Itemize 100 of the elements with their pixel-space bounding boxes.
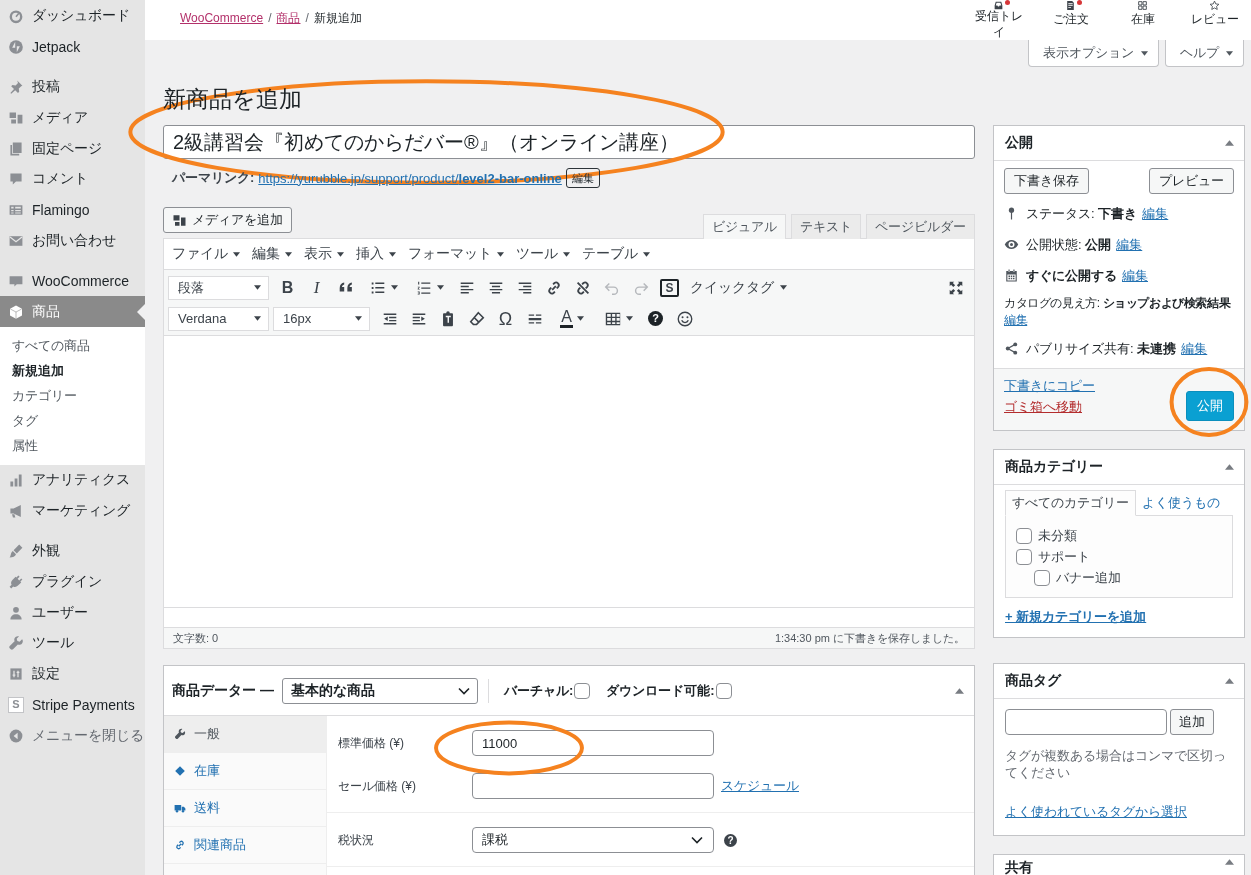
collapse-menu-button[interactable]: メニューを閉じる [0,720,145,752]
submenu-item[interactable]: タグ [0,408,145,434]
breadcrumb-link[interactable]: 商品 [276,9,301,27]
paragraph-format-select[interactable]: 段落 [168,275,269,300]
italic-button[interactable]: I [302,273,331,302]
help-button[interactable]: ? [724,833,737,847]
move-to-trash-link[interactable]: ゴミ箱へ移動 [1004,398,1095,415]
screen-tab-button[interactable]: 表示オプション [1028,40,1159,67]
collapse-arrow-icon[interactable] [1225,140,1234,146]
editor-tab[interactable]: テキスト [791,214,861,239]
add-media-button[interactable]: メディアを追加 [163,207,292,233]
sidebar-item[interactable]: Jetpack [0,31,145,63]
sidebar-item[interactable]: コメント [0,164,145,195]
submenu-item[interactable]: カテゴリー [0,383,145,409]
help-button[interactable]: ? [641,304,670,333]
editor-menu[interactable]: テーブル [576,241,656,267]
checkbox[interactable] [715,682,732,699]
sidebar-item[interactable]: マーケティング [0,495,145,527]
editor-menu[interactable]: 表示 [298,241,350,267]
sidebar-item[interactable]: メディア [0,102,145,134]
sidebar-item[interactable]: ユーザー [0,597,145,628]
sidebar-item[interactable]: S Stripe Payments [0,689,145,721]
product-data-tab[interactable]: 一般 [164,716,326,753]
editor-tab[interactable]: ビジュアル [703,214,786,239]
megaphone-icon [8,503,24,520]
font-size-select[interactable]: 16px [273,306,370,331]
sidebar-item[interactable]: アナリティクス [0,464,145,496]
input-field[interactable] [472,773,714,799]
product-data-tab[interactable]: 関連商品 [164,827,326,864]
submenu-item[interactable]: 新規追加 [0,358,145,384]
editor-menu[interactable]: 挿入 [350,241,402,267]
link-icon [174,839,186,851]
sidebar-item[interactable]: プラグイン [0,566,145,598]
editor-menu[interactable]: フォーマット [402,241,510,267]
choose-tags-link[interactable]: よく使われているタグから選択 [1005,804,1187,819]
dropdown-menu-button[interactable]: クイックタグ [684,273,793,302]
collapse-arrow-icon[interactable] [1225,464,1234,470]
smiley-icon [675,309,694,328]
schedule-link[interactable]: スケジュール [721,777,799,795]
product-data-tab[interactable]: 送料 [164,790,326,827]
pages-icon [8,140,24,157]
category-tab[interactable]: よく使うもの [1136,491,1226,515]
pin-icon [8,79,24,95]
field-label: 標準価格 (¥) [338,734,405,752]
collapse-arrow-icon[interactable] [1225,678,1234,684]
activity-button[interactable]: レビュー [1179,0,1251,40]
boxed-s-button[interactable]: S [655,273,684,302]
editor-tab[interactable]: ページビルダー [866,214,975,239]
input-field[interactable]: 11000 [472,730,714,756]
checkbox[interactable] [1016,527,1032,544]
gauge-icon [8,8,24,25]
font-family-select[interactable]: Verdana [168,306,269,331]
checkbox[interactable] [574,682,591,699]
screen-tab-button[interactable]: ヘルプ [1165,40,1244,67]
submenu-item[interactable]: 属性 [0,433,145,459]
category-label[interactable]: バナー追加 [1056,568,1121,587]
edit-link[interactable]: 編集 [1116,235,1143,254]
preview-button[interactable]: プレビュー [1149,168,1234,194]
edit-link[interactable]: 編集 [1004,312,1028,329]
product-data-tab[interactable]: 在庫 [164,753,326,790]
sidebar-item[interactable]: ツール [0,627,145,659]
checkbox[interactable] [1016,548,1032,565]
editor-menu[interactable]: ファイル [166,241,246,267]
category-label[interactable]: 未分類 [1038,526,1077,545]
save-draft-button[interactable]: 下書き保存 [1004,168,1089,194]
select-field[interactable]: 課税 [472,827,714,853]
sidebar-item[interactable]: 設定 [0,658,145,690]
special-character-button[interactable]: Ω [491,304,520,333]
breadcrumb-separator: / [305,11,309,25]
submenu-item[interactable]: すべての商品 [0,333,145,359]
activity-button[interactable]: ご注文 [1035,0,1107,40]
eye-icon [1004,237,1019,252]
sidebar-item[interactable]: WooCommerce [0,265,145,297]
edit-link[interactable]: 編集 [1122,266,1148,285]
editor-menu[interactable]: ツール [510,241,576,267]
copy-to-draft-link[interactable]: 下書きにコピー [1004,377,1095,394]
add-category-link[interactable]: + 新規カテゴリーを追加 [1005,609,1147,624]
text-color-button[interactable]: A [549,304,595,333]
sidebar-item[interactable]: 外観 [0,535,145,567]
add-tag-button[interactable]: 追加 [1170,709,1214,735]
checkbox[interactable] [1034,569,1050,586]
category-label[interactable]: サポート [1038,547,1090,566]
sidebar-item[interactable]: 投稿 [0,71,145,103]
activity-button[interactable]: 受信トレイ [963,0,1035,40]
sidebar-item[interactable]: ダッシュボード [0,1,145,32]
editor-menu[interactable]: 編集 [246,241,298,267]
edit-link[interactable]: 編集 [1181,339,1208,358]
tag-input-field[interactable] [1005,709,1167,735]
bold-button[interactable]: B [273,273,302,302]
product-type-select[interactable]: 基本的な商品 [281,677,478,704]
edit-link[interactable]: 編集 [1142,204,1169,223]
sidebar-item[interactable]: 固定ページ [0,133,145,164]
breadcrumb-link[interactable]: WooCommerce [180,11,264,25]
activity-button[interactable]: 在庫 [1107,0,1179,40]
sidebar-item[interactable]: Flamingo [0,194,145,226]
category-tab[interactable]: すべてのカテゴリー [1005,490,1136,516]
sidebar-item[interactable]: お問い合わせ [0,225,145,257]
collapse-arrow-icon[interactable] [955,687,964,694]
collapse-arrow-icon[interactable] [1225,859,1234,865]
title-input[interactable]: 2級講習会『初めてのからだバー®』（オンライン講座） [163,125,975,159]
